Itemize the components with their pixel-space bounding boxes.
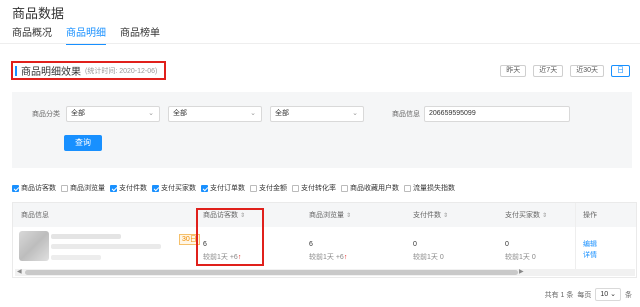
header-pay-items[interactable]: 支付件数 ⇕ [413,210,448,220]
cell-pay-items: 0 [413,241,417,248]
section-header-highlight: 商品明细效果 (统计时间: 2020-12-06) [11,61,166,80]
metric-label: 支付转化率 [301,185,336,192]
visitors-column-highlight [196,208,264,266]
category-select-3[interactable]: 全部 ⌄ [270,106,364,122]
product-title-blurred [51,234,121,239]
category-select-1-value: 全部 [71,110,85,117]
metric-pay-orders-checkbox[interactable]: 支付订单数 [201,183,245,193]
metric-label: 商品浏览量 [70,185,105,192]
metric-pay-amount-checkbox[interactable]: 支付金额 [250,183,287,193]
scroll-left-icon[interactable]: ◀ [17,268,22,275]
per-page-label: 每页 [577,291,592,299]
product-title-blurred [51,255,101,260]
checkbox-unchecked-icon [61,184,68,192]
chevron-down-icon: ⌄ [610,291,616,298]
section-title: 商品明细效果 [21,67,81,78]
metric-pay-buyers-checkbox[interactable]: 支付买家数 [152,183,196,193]
checkbox-unchecked-icon [292,184,299,192]
header-views-label: 商品浏览量 [309,212,344,219]
product-info-input-value: 206659595099 [429,110,476,117]
checkbox-checked-icon [201,184,208,192]
cell-views: 6 [309,241,313,248]
metric-label: 商品收藏用户数 [350,185,399,192]
page-size-value: 10 [600,291,609,298]
checkbox-unchecked-icon [250,184,257,192]
filter-panel: 商品分类 全部 ⌄ 全部 ⌄ 全部 ⌄ 商品信息 206659595099 查询 [12,92,632,168]
tab-ranking[interactable]: 商品榜单 [120,24,160,45]
horizontal-scrollbar[interactable]: ◀ ▶ [15,269,635,276]
arrow-up-icon: ↑ [343,254,348,261]
metric-views-checkbox[interactable]: 商品浏览量 [61,183,105,193]
fixed-column-divider [575,203,576,269]
cell-pay-items-compare: 较前1天 0 [413,254,444,261]
metric-checkbox-group: 商品访客数 商品浏览量 支付件数 支付买家数 支付订单数 支付金额 支付转化率 … [12,183,460,193]
edit-link[interactable]: 编辑 [583,239,597,249]
page-title: 商品数据 [12,6,65,21]
header-views[interactable]: 商品浏览量 ⇕ [309,210,351,220]
date-range-group: 昨天 近7天 近30天 日 [500,65,630,77]
header-pay-buyers[interactable]: 支付买家数 ⇕ [505,210,547,220]
checkbox-checked-icon [110,184,117,192]
sort-icon: ⇕ [443,213,449,219]
calendar-day-button[interactable]: 日 [611,65,630,77]
header-ops: 操作 [583,212,597,219]
pagination: 共有 1 条 每页 10 ⌄ 条 [545,288,632,301]
product-detail-table: 商品信息 商品访客数 ⇕ 商品浏览量 ⇕ 支付件数 ⇕ 支付买家数 ⇕ 操作 30日 6… [12,202,637,278]
category-label: 商品分类 [32,111,60,118]
query-button[interactable]: 查询 [64,135,102,151]
header-product-info: 商品信息 [21,212,49,219]
scroll-right-icon[interactable]: ▶ [519,268,524,275]
metric-label: 支付买家数 [161,185,196,192]
cell-pay-buyers: 0 [505,241,509,248]
metric-traffic-loss-checkbox[interactable]: 流量损失指数 [404,183,455,193]
tab-overview[interactable]: 商品概况 [12,24,52,45]
header-pay-buyers-label: 支付买家数 [505,212,540,219]
range-30days-button[interactable]: 近30天 [570,65,604,77]
metric-label: 支付件数 [119,185,147,192]
total-count: 共有 1 条 [544,291,574,299]
checkbox-checked-icon [152,184,159,192]
chevron-down-icon: ⌄ [148,110,154,117]
sort-icon: ⇕ [346,213,352,219]
chevron-down-icon: ⌄ [250,110,256,117]
detail-link[interactable]: 详情 [583,250,597,260]
checkbox-unchecked-icon [404,184,411,192]
metric-visitors-checkbox[interactable]: 商品访客数 [12,183,56,193]
sort-icon: ⇕ [542,213,548,219]
section-accent-bar [15,65,17,76]
product-title-blurred [51,244,161,249]
range-yesterday-button[interactable]: 昨天 [500,65,527,77]
section-stat-time: (统计时间: 2020-12-06) [85,67,158,75]
checkbox-checked-icon [12,184,19,192]
category-select-2-value: 全部 [173,110,187,117]
tab-bar: 商品概况 商品明细 商品榜单 [12,24,160,45]
scrollbar-thumb[interactable] [25,270,518,275]
category-select-1[interactable]: 全部 ⌄ [66,106,160,122]
metric-label: 流量损失指数 [413,185,455,192]
metric-pay-items-checkbox[interactable]: 支付件数 [110,183,147,193]
per-page-unit: 条 [625,291,632,299]
metric-conversion-checkbox[interactable]: 支付转化率 [292,183,336,193]
metric-label: 支付金额 [259,185,287,192]
page-size-select[interactable]: 10 ⌄ [595,288,621,301]
metric-label: 支付订单数 [210,185,245,192]
range-7days-button[interactable]: 近7天 [533,65,564,77]
checkbox-unchecked-icon [341,184,348,192]
product-thumbnail [19,231,49,261]
chevron-down-icon: ⌄ [352,110,358,117]
tabs-divider [0,43,640,44]
tab-detail[interactable]: 商品明细 [66,24,106,45]
header-pay-items-label: 支付件数 [413,212,441,219]
category-select-2[interactable]: 全部 ⌄ [168,106,262,122]
category-select-3-value: 全部 [275,110,289,117]
metric-favorites-checkbox[interactable]: 商品收藏用户数 [341,183,399,193]
product-info-input[interactable]: 206659595099 [424,106,570,122]
metric-label: 商品访客数 [21,185,56,192]
cell-pay-buyers-compare: 较前1天 0 [505,254,536,261]
product-info-label: 商品信息 [392,111,420,118]
cell-views-compare: 较前1天 +6↑ [309,254,348,261]
